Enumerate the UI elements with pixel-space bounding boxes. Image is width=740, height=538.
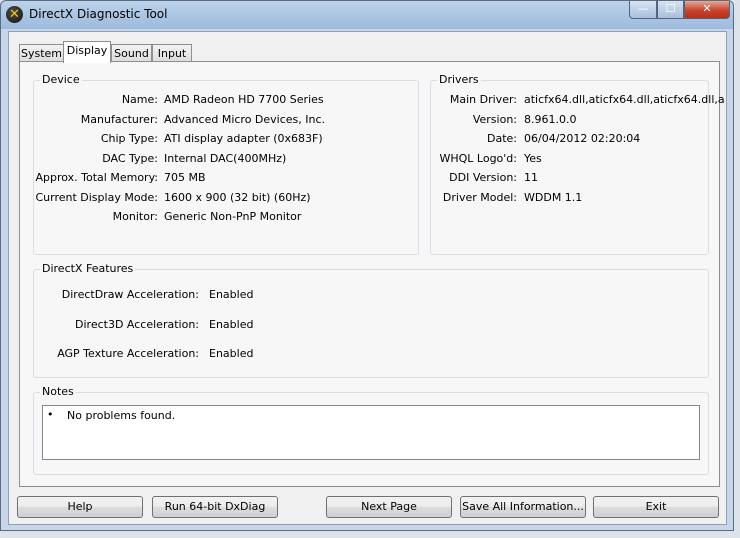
help-button[interactable]: Help xyxy=(17,496,143,518)
device-info-value: ATI display adapter (0x683F) xyxy=(164,132,323,145)
notes-group-label: Notes xyxy=(40,385,76,398)
exit-button[interactable]: Exit xyxy=(593,496,719,518)
bullet-icon: • xyxy=(47,408,54,421)
notes-group: Notes • No problems found. xyxy=(33,385,709,475)
drivers-group-label: Drivers xyxy=(437,73,481,86)
device-info-value: Internal DAC(400MHz) xyxy=(164,151,287,165)
run-64bit-dxdiag-button[interactable]: Run 64-bit DxDiag xyxy=(152,496,278,518)
feature-value: Enabled xyxy=(209,347,254,360)
dxdiag-window: ✕ DirectX Diagnostic Tool — ☐ ✕ System D… xyxy=(0,0,734,531)
tab-display[interactable]: Display xyxy=(63,41,111,63)
driver-info-label: Driver Model: xyxy=(442,190,517,204)
device-group: Device Name: AMD Radeon HD 7700 Series Man… xyxy=(33,73,419,255)
driver-info-label: DDI Version: xyxy=(449,171,517,184)
drivers-group: Drivers Main Driver: aticfx64.dll,aticfx6… xyxy=(430,73,725,255)
driver-info-value: Yes xyxy=(524,151,542,165)
device-info-label: DAC Type: xyxy=(102,151,158,165)
driver-info-value: WDDM 1.1 xyxy=(524,190,583,204)
close-button[interactable]: ✕ xyxy=(684,1,730,19)
note-item: No problems found. xyxy=(67,409,176,422)
device-info-label: Name: xyxy=(121,93,158,106)
directx-features-group: DirectX Features DirectDraw Acceleration… xyxy=(33,262,709,378)
directx-features-label: DirectX Features xyxy=(40,262,136,275)
directx-icon: ✕ xyxy=(6,6,23,23)
driver-info-label: Date: xyxy=(487,132,517,145)
display-tab-panel: Device Name: AMD Radeon HD 7700 Series Man… xyxy=(19,61,725,487)
feature-label: DirectDraw Acceleration: xyxy=(61,288,199,301)
tab-sound[interactable]: Sound xyxy=(111,44,152,62)
tab-input[interactable]: Input xyxy=(152,44,192,62)
feature-value: Enabled xyxy=(209,317,254,331)
device-info-value: Generic Non-PnP Monitor xyxy=(164,210,302,223)
device-info-label: Manufacturer: xyxy=(80,112,158,126)
maximize-button[interactable]: ☐ xyxy=(657,1,684,19)
driver-info-value: 11 xyxy=(524,171,538,184)
device-info-label: Approx. Total Memory: xyxy=(35,171,159,184)
device-info-value: 705 MB xyxy=(164,171,206,184)
driver-info-label: WHQL Logo'd: xyxy=(439,151,517,165)
feature-label: AGP Texture Acceleration: xyxy=(57,347,199,360)
notes-textbox[interactable]: • No problems found. xyxy=(42,405,700,460)
client-area: System Display Sound Input Device Name: A… xyxy=(8,31,727,525)
feature-label: Direct3D Acceleration: xyxy=(75,317,199,331)
driver-info-value: aticfx64.dll,aticfx64.dll,aticfx64.dll,a xyxy=(524,93,725,106)
tab-system[interactable]: System xyxy=(19,44,64,62)
device-info-label: Chip Type: xyxy=(100,132,158,145)
device-info-label: Monitor: xyxy=(112,210,158,223)
driver-info-label: Main Driver: xyxy=(449,93,517,106)
device-info-value: 1600 x 900 (32 bit) (60Hz) xyxy=(164,190,311,204)
save-all-information-button[interactable]: Save All Information... xyxy=(460,496,586,518)
next-page-button[interactable]: Next Page xyxy=(326,496,452,518)
window-title: DirectX Diagnostic Tool xyxy=(29,7,168,21)
device-info-label: Current Display Mode: xyxy=(35,190,158,204)
driver-info-label: Version: xyxy=(472,112,517,126)
minimize-button[interactable]: — xyxy=(629,1,657,19)
driver-info-value: 06/04/2012 02:20:04 xyxy=(524,132,641,145)
device-info-value: Advanced Micro Devices, Inc. xyxy=(164,112,326,126)
device-group-label: Device xyxy=(40,73,82,86)
device-info-value: AMD Radeon HD 7700 Series xyxy=(164,93,324,106)
feature-value: Enabled xyxy=(209,288,254,301)
title-bar[interactable]: ✕ DirectX Diagnostic Tool — ☐ ✕ xyxy=(1,1,733,29)
driver-info-value: 8.961.0.0 xyxy=(524,112,577,126)
